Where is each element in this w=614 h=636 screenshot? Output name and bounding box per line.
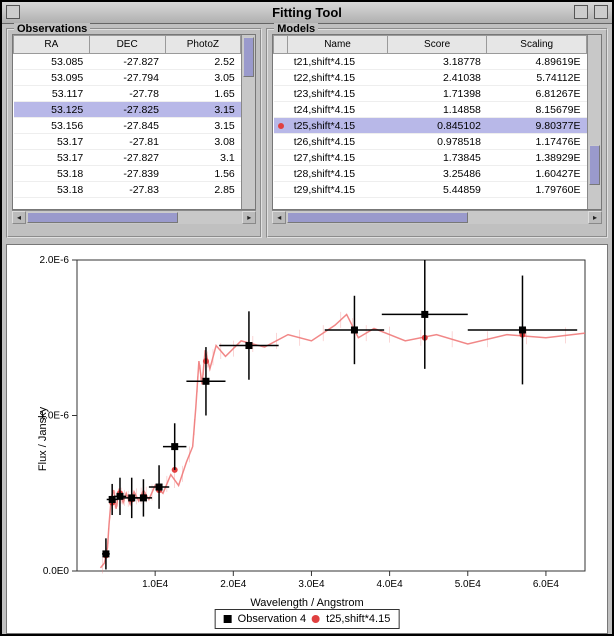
- col-photoz[interactable]: PhotoZ: [165, 36, 241, 54]
- scroll-left-icon[interactable]: ◂: [272, 211, 286, 224]
- window-title: Fitting Tool: [272, 5, 342, 20]
- table-row[interactable]: t25,shift*4.150.8451029.80377E: [274, 118, 587, 134]
- table-row[interactable]: t22,shift*4.152.410385.74112E: [274, 70, 587, 86]
- table-row[interactable]: 53.18-27.8391.56: [14, 166, 241, 182]
- table-row[interactable]: 53.17-27.813.08: [14, 134, 241, 150]
- selected-dot-icon: [278, 123, 284, 129]
- circle-icon: [312, 615, 320, 623]
- table-row[interactable]: t28,shift*4.153.254861.60427E: [274, 166, 587, 182]
- close-icon[interactable]: [6, 5, 20, 19]
- mod-vscrollbar[interactable]: [587, 35, 601, 209]
- models-table[interactable]: Name Score Scaling t21,shift*4.153.18778…: [273, 35, 587, 198]
- table-row[interactable]: 53.17-27.8273.1: [14, 150, 241, 166]
- svg-text:5.0E4: 5.0E4: [455, 579, 482, 590]
- scroll-right-icon[interactable]: ▸: [242, 211, 256, 224]
- svg-text:4.0E4: 4.0E4: [377, 579, 404, 590]
- svg-text:2.0E-6: 2.0E-6: [40, 255, 70, 266]
- observations-table[interactable]: RA DEC PhotoZ 53.085-27.8272.5253.095-27…: [13, 35, 241, 198]
- table-row[interactable]: 53.156-27.8453.15: [14, 118, 241, 134]
- svg-text:0.0E0: 0.0E0: [43, 566, 70, 577]
- scroll-right-icon[interactable]: ▸: [588, 211, 602, 224]
- models-group: Models Name Score Scaling t21,shift*4.15…: [266, 28, 608, 238]
- svg-text:6.0E4: 6.0E4: [533, 579, 560, 590]
- svg-text:3.0E4: 3.0E4: [298, 579, 325, 590]
- svg-text:2.0E4: 2.0E4: [220, 579, 247, 590]
- svg-text:1.0E4: 1.0E4: [142, 579, 169, 590]
- table-row[interactable]: 53.095-27.7943.05: [14, 70, 241, 86]
- titlebar[interactable]: Fitting Tool: [2, 2, 612, 24]
- table-row[interactable]: 53.18-27.832.85: [14, 182, 241, 198]
- table-row[interactable]: t29,shift*4.155.448591.79760E: [274, 182, 587, 198]
- table-row[interactable]: t26,shift*4.150.9785181.17476E: [274, 134, 587, 150]
- y-axis-label: Flux / Jansky: [37, 407, 49, 471]
- plot-legend: Observation 4 t25,shift*4.15: [215, 609, 400, 629]
- col-scaling[interactable]: Scaling: [487, 36, 587, 54]
- col-name[interactable]: Name: [288, 36, 388, 54]
- mod-hscrollbar[interactable]: ◂ ▸: [272, 210, 602, 224]
- fitting-tool-window: Fitting Tool Observations RA DEC PhotoZ: [0, 0, 614, 636]
- col-score[interactable]: Score: [387, 36, 487, 54]
- obs-vscrollbar[interactable]: [241, 35, 255, 209]
- table-row[interactable]: t24,shift*4.151.148588.15679E: [274, 102, 587, 118]
- legend-model-label: t25,shift*4.15: [326, 613, 390, 625]
- plot-area[interactable]: 1.0E42.0E43.0E44.0E45.0E46.0E40.0E01.0E-…: [6, 244, 608, 634]
- table-row[interactable]: t23,shift*4.151.713986.81267E: [274, 86, 587, 102]
- table-row[interactable]: 53.117-27.781.65: [14, 86, 241, 102]
- table-row[interactable]: t27,shift*4.151.738451.38929E: [274, 150, 587, 166]
- legend-obs-label: Observation 4: [238, 613, 306, 625]
- scroll-left-icon[interactable]: ◂: [12, 211, 26, 224]
- minimize-icon[interactable]: [574, 5, 588, 19]
- maximize-icon[interactable]: [594, 5, 608, 19]
- obs-hscrollbar[interactable]: ◂ ▸: [12, 210, 256, 224]
- table-row[interactable]: 53.125-27.8253.15: [14, 102, 241, 118]
- table-row[interactable]: 53.085-27.8272.52: [14, 54, 241, 70]
- col-ra[interactable]: RA: [14, 36, 90, 54]
- x-axis-label: Wavelength / Angstrom: [250, 597, 363, 609]
- observations-group: Observations RA DEC PhotoZ 53.085-27.827…: [6, 28, 262, 238]
- col-dec[interactable]: DEC: [89, 36, 165, 54]
- square-icon: [224, 615, 232, 623]
- table-row[interactable]: t21,shift*4.153.187784.89619E: [274, 54, 587, 70]
